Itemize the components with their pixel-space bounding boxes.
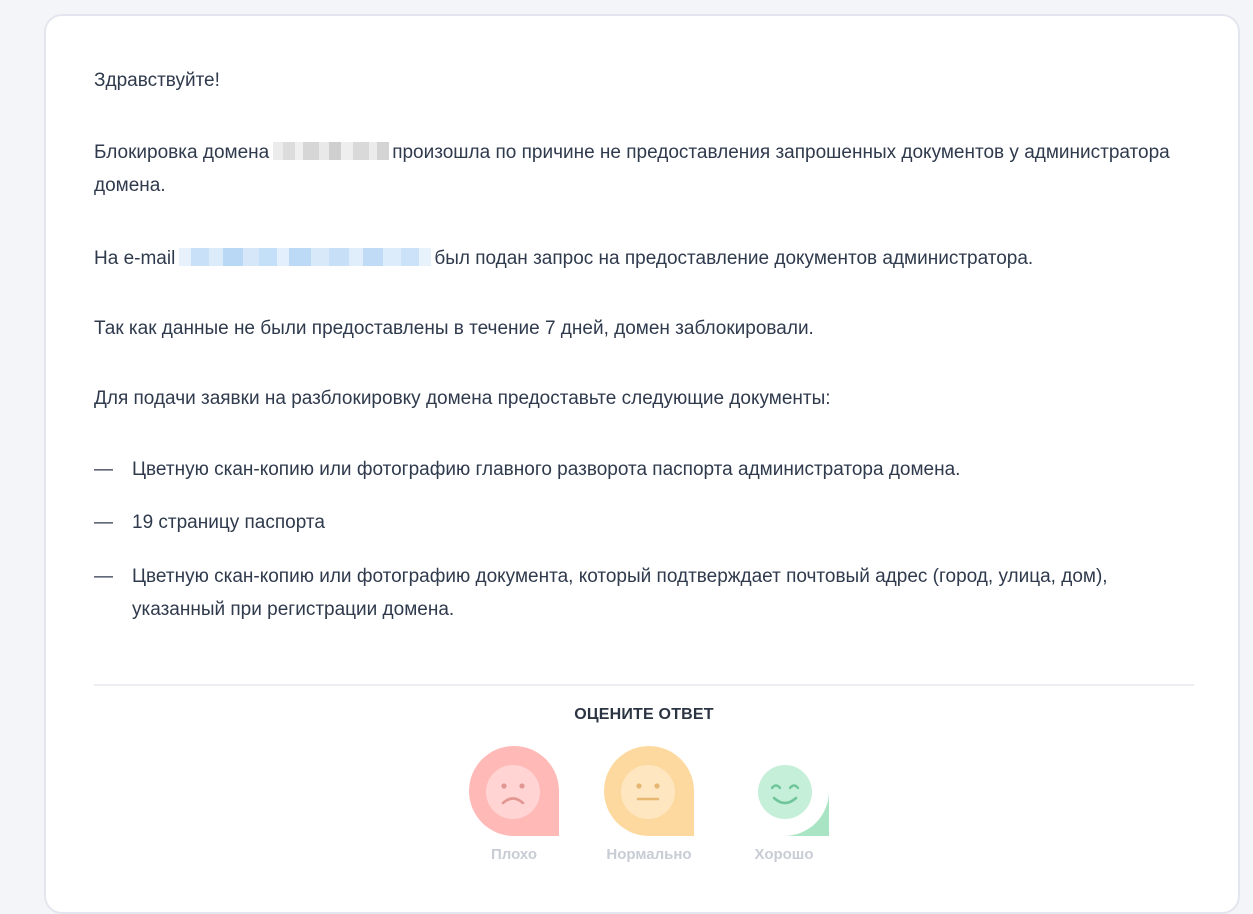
list-dash: — xyxy=(94,512,113,533)
rating-title: ОЦЕНИТЕ ОТВЕТ xyxy=(574,706,714,723)
block-reason-prefix: Блокировка домена xyxy=(94,142,270,163)
rating-bad-button[interactable]: Плохо xyxy=(464,746,564,863)
greeting-text: Здравствуйте! xyxy=(94,70,220,91)
list-dash: — xyxy=(94,459,113,480)
neutral-face-icon xyxy=(604,746,694,836)
divider xyxy=(94,684,1194,686)
support-reply-card: Здравствуйте! Блокировка домена произошла… xyxy=(44,14,1240,914)
email-request-suffix: был подан запрос на предоставление докум… xyxy=(434,248,1034,269)
happy-face-icon xyxy=(758,746,829,836)
rating-normal-button[interactable]: Нормально xyxy=(599,746,699,863)
document-text: Цветную скан-копию или фотографию главно… xyxy=(132,459,961,480)
rating-label: Нормально xyxy=(606,846,692,863)
list-dash: — xyxy=(94,566,113,587)
rating-label: Хорошо xyxy=(754,846,814,863)
email-request-prefix: На e-mail xyxy=(94,248,176,269)
document-text: Цветную скан-копию или фотографию докуме… xyxy=(132,566,1108,620)
redacted-email xyxy=(179,247,432,266)
email-request-paragraph: На e-mail был подан запрос на предоставле… xyxy=(94,242,1033,275)
document-text: 19 страницу паспорта xyxy=(132,512,325,533)
redacted-domain xyxy=(273,141,390,160)
rating-good-button[interactable]: Хорошо xyxy=(734,746,834,863)
rating-label: Плохо xyxy=(490,846,538,863)
sad-face-icon xyxy=(469,746,559,836)
not-provided-text: Так как данные не были предоставлены в т… xyxy=(94,318,814,339)
block-reason-paragraph: Блокировка домена произошла по причине не… xyxy=(94,136,1194,202)
instructions-text: Для подачи заявки на разблокировку домен… xyxy=(94,388,831,409)
